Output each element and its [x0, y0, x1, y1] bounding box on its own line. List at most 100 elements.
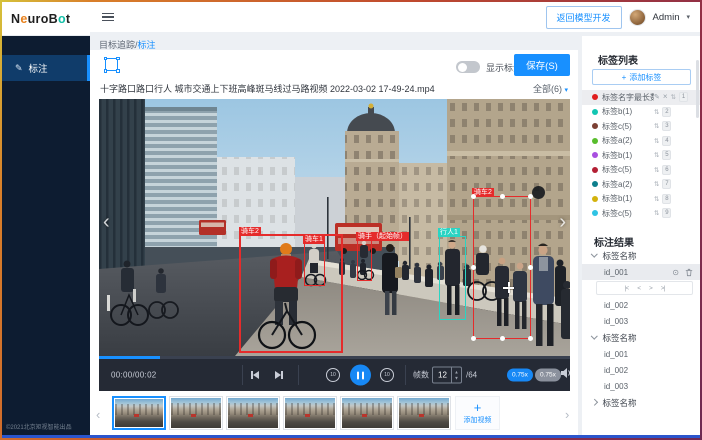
result-id: id_003: [604, 382, 628, 391]
volume-icon[interactable]: [560, 366, 572, 384]
delete-icon[interactable]: ×: [663, 93, 668, 101]
strip-right-arrow[interactable]: ›: [565, 407, 569, 422]
username[interactable]: Admin: [653, 12, 680, 23]
tag-row[interactable]: 标签c(5)⇅3: [582, 119, 700, 134]
menu-fold-icon[interactable]: [102, 10, 114, 23]
bounding-box-selected[interactable]: 骑车2: [473, 196, 531, 339]
tag-list-title: 标签列表: [598, 52, 638, 67]
add-tag-button[interactable]: + 添加标签: [592, 69, 691, 85]
back-to-model-dev-button[interactable]: 返回模型开发: [546, 6, 622, 29]
resize-handle[interactable]: [471, 265, 476, 270]
breadcrumb-parent[interactable]: 目标追踪: [99, 40, 135, 50]
result-item[interactable]: id_002: [582, 297, 700, 313]
bounding-box[interactable]: 骑车2: [239, 234, 343, 353]
sort-icon[interactable]: ⇅: [654, 209, 659, 217]
filmstrip-thumb[interactable]: [226, 396, 280, 430]
rect-select-tool[interactable]: [105, 58, 118, 71]
resize-handle[interactable]: [500, 336, 505, 341]
filmstrip-thumb-selected[interactable]: [112, 396, 166, 430]
pager-first-icon[interactable]: |<: [625, 285, 628, 292]
result-item-selected[interactable]: id_001 ⊙: [582, 264, 700, 280]
pause-button[interactable]: [350, 365, 371, 386]
filmstrip-thumb[interactable]: [283, 396, 337, 430]
add-video-button[interactable]: + 添加视频: [455, 396, 500, 430]
thumb-preview: [171, 398, 221, 428]
right-panel: 标签列表 + 添加标签 标签名字最长数… ✎ × ⇅ 1 标签b(1)⇅2 标签…: [582, 36, 700, 438]
tag-row[interactable]: 标签b(1)⇅5: [582, 148, 700, 163]
result-group-header[interactable]: 标签名称: [582, 247, 700, 264]
sort-icon[interactable]: ⇅: [654, 166, 659, 174]
bounding-box[interactable]: 行人1: [439, 236, 466, 320]
avatar[interactable]: [629, 9, 646, 26]
frame-stepper[interactable]: ▲▼: [451, 367, 461, 384]
pager-prev-icon[interactable]: <: [637, 285, 640, 292]
tag-name: 标签b(1): [602, 106, 654, 117]
result-item[interactable]: id_002: [582, 362, 700, 378]
filmstrip-thumb[interactable]: [340, 396, 394, 430]
result-id: id_002: [604, 301, 628, 310]
result-item[interactable]: id_003: [582, 378, 700, 394]
result-group-header[interactable]: 标签名称: [582, 329, 700, 346]
visibility-icon[interactable]: ⊙: [672, 268, 679, 277]
sidebar-item-label: 标注: [29, 61, 48, 75]
tag-row[interactable]: 标签b(1)⇅8: [582, 192, 700, 207]
sort-icon[interactable]: ⇅: [654, 108, 659, 116]
tag-name: 标签b(1): [602, 193, 654, 204]
tag-color-dot: [592, 152, 598, 158]
speed-pill[interactable]: 0.75x: [535, 369, 561, 382]
trash-icon[interactable]: [685, 268, 693, 277]
thumb-preview: [228, 398, 278, 428]
sort-icon[interactable]: ⇅: [654, 137, 659, 145]
annotation-workspace: 显示标注 保存(S) 十字路口路口行人 城市交通上下班高峰斑马线过马路视频 20…: [90, 50, 578, 435]
strip-left-arrow[interactable]: ‹: [96, 407, 100, 422]
sort-icon[interactable]: ⇅: [654, 180, 659, 188]
frame-count-label: 帧数: [413, 370, 429, 381]
speed-pill-active[interactable]: 0.75x: [507, 369, 533, 382]
next-video-arrow[interactable]: ›: [559, 212, 566, 232]
next-frame-button[interactable]: [275, 371, 283, 379]
filmstrip-thumb[interactable]: [397, 396, 451, 430]
result-item[interactable]: id_001: [582, 346, 700, 362]
tag-name: 标签名字最长数…: [602, 92, 654, 103]
bounding-box[interactable]: 骑车1: [304, 243, 325, 286]
sort-icon[interactable]: ⇅: [654, 195, 659, 203]
sort-icon[interactable]: ⇅: [671, 93, 676, 101]
resize-handle[interactable]: [471, 194, 476, 199]
screenshot-frame: NeuroBot ✎ 标注 ©2021北京矩视智能出品 返回模型开发 Admin…: [0, 0, 702, 440]
hotkey-badge: 3: [662, 121, 671, 131]
resize-handle[interactable]: [471, 336, 476, 341]
sort-icon[interactable]: ⇅: [654, 122, 659, 130]
scrollbar-thumb[interactable]: [696, 60, 699, 118]
video-controls: 00:00/00:02 10 10 帧数 ▲▼ /64 0.75x 0.75x: [99, 359, 570, 391]
result-group-header[interactable]: 标签名称: [582, 394, 700, 411]
pager-last-icon[interactable]: >|: [661, 285, 664, 292]
show-annotation-toggle[interactable]: [456, 61, 480, 73]
result-item[interactable]: id_003: [582, 313, 700, 329]
tag-row[interactable]: 标签c(5)⇅6: [582, 163, 700, 178]
resize-handle[interactable]: [528, 194, 533, 199]
prev-frame-button[interactable]: [251, 371, 259, 379]
resize-handle[interactable]: [500, 194, 505, 199]
filmstrip-thumb[interactable]: [169, 396, 223, 430]
resize-handle[interactable]: [528, 265, 533, 270]
forward-10-button[interactable]: 10: [380, 368, 394, 382]
tag-row[interactable]: 标签c(5)⇅9: [582, 206, 700, 221]
bounding-box[interactable]: 骑手（起始帧）: [357, 240, 372, 281]
caret-down-icon[interactable]: ▾: [686, 13, 690, 21]
sort-icon[interactable]: ⇅: [654, 151, 659, 159]
tag-row[interactable]: 标签b(1)⇅2: [582, 105, 700, 120]
tag-row[interactable]: 标签名字最长数… ✎ × ⇅ 1: [582, 90, 700, 105]
thumb-preview: [115, 399, 163, 427]
tag-row[interactable]: 标签a(2)⇅4: [582, 134, 700, 149]
pager-next-icon[interactable]: >: [649, 285, 652, 292]
tag-row[interactable]: 标签a(2)⇅7: [582, 177, 700, 192]
hotkey-badge: 5: [662, 150, 671, 160]
resize-handle[interactable]: [528, 336, 533, 341]
prev-video-arrow[interactable]: ‹: [103, 212, 110, 232]
logo-part: o: [41, 12, 49, 26]
edit-icon[interactable]: ✎: [654, 93, 660, 101]
save-button[interactable]: 保存(S): [514, 54, 570, 76]
rewind-10-button[interactable]: 10: [326, 368, 340, 382]
filter-dropdown[interactable]: 全部(6) ▾: [533, 82, 568, 95]
sidebar-item-annotate[interactable]: ✎ 标注: [2, 55, 90, 81]
